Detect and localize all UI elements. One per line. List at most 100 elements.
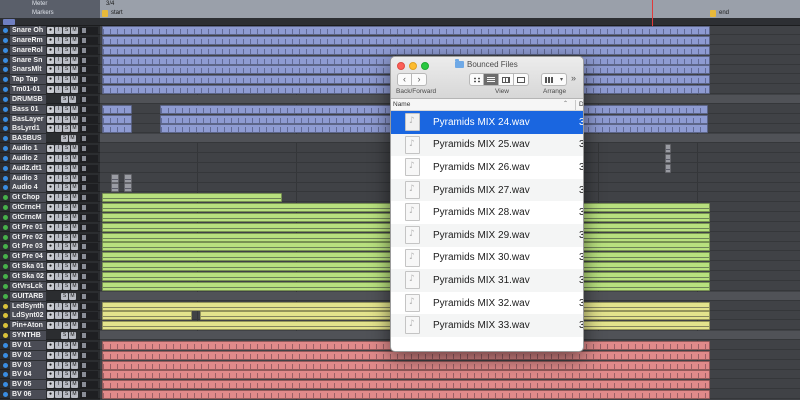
track-header[interactable]: GtCrncH ● I S M <box>0 203 100 213</box>
track-rec-button[interactable]: ● <box>47 322 54 330</box>
file-row[interactable]: Pyramids MIX 33.wav 3 <box>391 314 583 337</box>
track-input-button[interactable]: I <box>55 184 62 192</box>
file-row[interactable]: Pyramids MIX 24.wav 3 <box>391 111 583 134</box>
track-header[interactable]: Gt Chop ● I S M <box>0 193 100 203</box>
track-rec-button[interactable]: ● <box>47 253 54 261</box>
track-mute-button[interactable]: M <box>69 292 76 300</box>
track-solo-button[interactable]: S <box>63 115 70 123</box>
track-solo-button[interactable]: S <box>63 194 70 202</box>
track-name[interactable]: Snare Oh <box>10 26 46 35</box>
track-input-button[interactable]: I <box>55 233 62 241</box>
track-input-button[interactable]: I <box>55 223 62 231</box>
track-header[interactable]: GtCrncM ● I S M <box>0 212 100 222</box>
maximize-window-button[interactable] <box>421 62 429 70</box>
track-name[interactable]: BV 06 <box>10 390 46 400</box>
track-solo-button[interactable]: S <box>63 36 70 44</box>
file-row[interactable]: Pyramids MIX 30.wav 3 <box>391 247 583 270</box>
track-input-button[interactable]: I <box>55 351 62 359</box>
track-rec-button[interactable]: ● <box>47 125 54 133</box>
file-row[interactable]: Pyramids MIX 27.wav 3 <box>391 178 583 202</box>
track-header[interactable]: Gt Ska 02 ● I S M <box>0 272 100 281</box>
track-solo-button[interactable]: S <box>63 302 70 310</box>
track-header[interactable]: Audio 3 ● I S M <box>0 173 100 183</box>
track-input-button[interactable]: I <box>55 76 62 84</box>
track-solo-button[interactable]: S <box>63 66 70 74</box>
track-mute-button[interactable]: M <box>71 46 78 54</box>
track-mute-button[interactable]: M <box>71 36 78 44</box>
track-solo-button[interactable]: S <box>63 86 70 94</box>
track-rec-button[interactable]: ● <box>47 145 54 153</box>
track-name[interactable]: Audio 4 <box>10 183 46 193</box>
track-solo-button[interactable]: S <box>61 292 68 300</box>
track-name[interactable]: SnareRol <box>10 45 46 55</box>
track-name[interactable]: Audio 3 <box>10 173 46 183</box>
track-mute-button[interactable]: M <box>71 302 78 310</box>
close-window-button[interactable] <box>397 62 405 70</box>
track-rec-button[interactable]: ● <box>47 204 54 212</box>
track-input-button[interactable]: I <box>55 371 62 379</box>
track-rec-button[interactable]: ● <box>47 46 54 54</box>
track-mute-button[interactable]: M <box>69 95 76 103</box>
track-rec-button[interactable]: ● <box>47 184 54 192</box>
track-solo-button[interactable]: S <box>63 282 70 290</box>
track-mute-button[interactable]: M <box>71 86 78 94</box>
track-rec-button[interactable]: ● <box>47 164 54 172</box>
track-solo-button[interactable]: S <box>63 46 70 54</box>
track-name[interactable]: Aud2.dt1 <box>10 163 46 173</box>
track-list-menu-icon[interactable] <box>3 19 15 25</box>
track-header[interactable]: LedSynth ● I S M <box>0 301 100 311</box>
track-solo-button[interactable]: S <box>63 351 70 359</box>
track-header[interactable]: BsLyrd1 ● I S M <box>0 124 100 134</box>
track-solo-button[interactable]: S <box>63 371 70 379</box>
track-input-button[interactable]: I <box>55 66 62 74</box>
audio-clip[interactable] <box>102 370 710 380</box>
file-row[interactable]: Pyramids MIX 32.wav 3 <box>391 292 583 315</box>
track-input-button[interactable]: I <box>55 243 62 251</box>
track-input-button[interactable]: I <box>55 154 62 162</box>
audio-clip[interactable] <box>102 360 710 370</box>
track-name[interactable]: Audio 1 <box>10 144 46 154</box>
track-name[interactable]: Bass 01 <box>10 104 46 114</box>
sort-chevron-icon[interactable]: ⌃ <box>563 100 568 107</box>
track-name[interactable]: GtVrsLck <box>10 281 46 291</box>
track-lane[interactable] <box>100 370 800 380</box>
track-mute-button[interactable]: M <box>71 243 78 251</box>
track-header[interactable]: Audio 1 ● I S M <box>0 144 100 154</box>
track-name[interactable]: LedSynth <box>10 301 46 311</box>
track-header[interactable]: Audio 4 ● I S M <box>0 183 100 193</box>
track-solo-button[interactable]: S <box>63 145 70 153</box>
track-header[interactable]: BV 01 ● I S M <box>0 340 100 350</box>
track-mute-button[interactable]: M <box>71 105 78 113</box>
track-header[interactable]: Gt Ska 01 ● I S M <box>0 262 100 272</box>
track-solo-button[interactable]: S <box>63 391 70 399</box>
audio-clip[interactable] <box>665 163 671 173</box>
track-name[interactable]: Tap Tap <box>10 75 46 85</box>
track-input-button[interactable]: I <box>55 164 62 172</box>
track-input-button[interactable]: I <box>55 253 62 261</box>
track-name[interactable]: GUITARB <box>10 291 46 301</box>
track-name[interactable]: BsLyrd1 <box>10 124 46 134</box>
track-mute-button[interactable]: M <box>71 273 78 280</box>
track-rec-button[interactable]: ● <box>47 361 54 369</box>
track-name[interactable]: LdSynt02 <box>10 311 46 321</box>
track-name[interactable]: BV 02 <box>10 350 46 360</box>
track-input-button[interactable]: I <box>55 312 62 320</box>
track-header[interactable]: SnarsMlt ● I S M <box>0 65 100 75</box>
track-solo-button[interactable]: S <box>63 27 70 34</box>
track-mute-button[interactable]: M <box>71 351 78 359</box>
audio-clip[interactable] <box>102 104 132 114</box>
track-header[interactable]: Bass 01 ● I S M <box>0 104 100 114</box>
track-input-button[interactable]: I <box>55 263 62 271</box>
track-rec-button[interactable]: ● <box>47 76 54 84</box>
track-input-button[interactable]: I <box>55 341 62 349</box>
track-solo-button[interactable]: S <box>63 204 70 212</box>
track-solo-button[interactable]: S <box>61 135 68 143</box>
track-header[interactable]: BasLayer ● I S M <box>0 114 100 124</box>
track-name[interactable]: BV 04 <box>10 370 46 380</box>
track-name[interactable]: Gt Pre 02 <box>10 232 46 242</box>
track-mute-button[interactable]: M <box>71 223 78 231</box>
list-view-button[interactable] <box>484 73 499 86</box>
track-solo-button[interactable]: S <box>63 263 70 271</box>
file-row[interactable]: Pyramids MIX 31.wav 3 <box>391 269 583 292</box>
track-header[interactable]: SYNTHB S M <box>0 331 100 341</box>
